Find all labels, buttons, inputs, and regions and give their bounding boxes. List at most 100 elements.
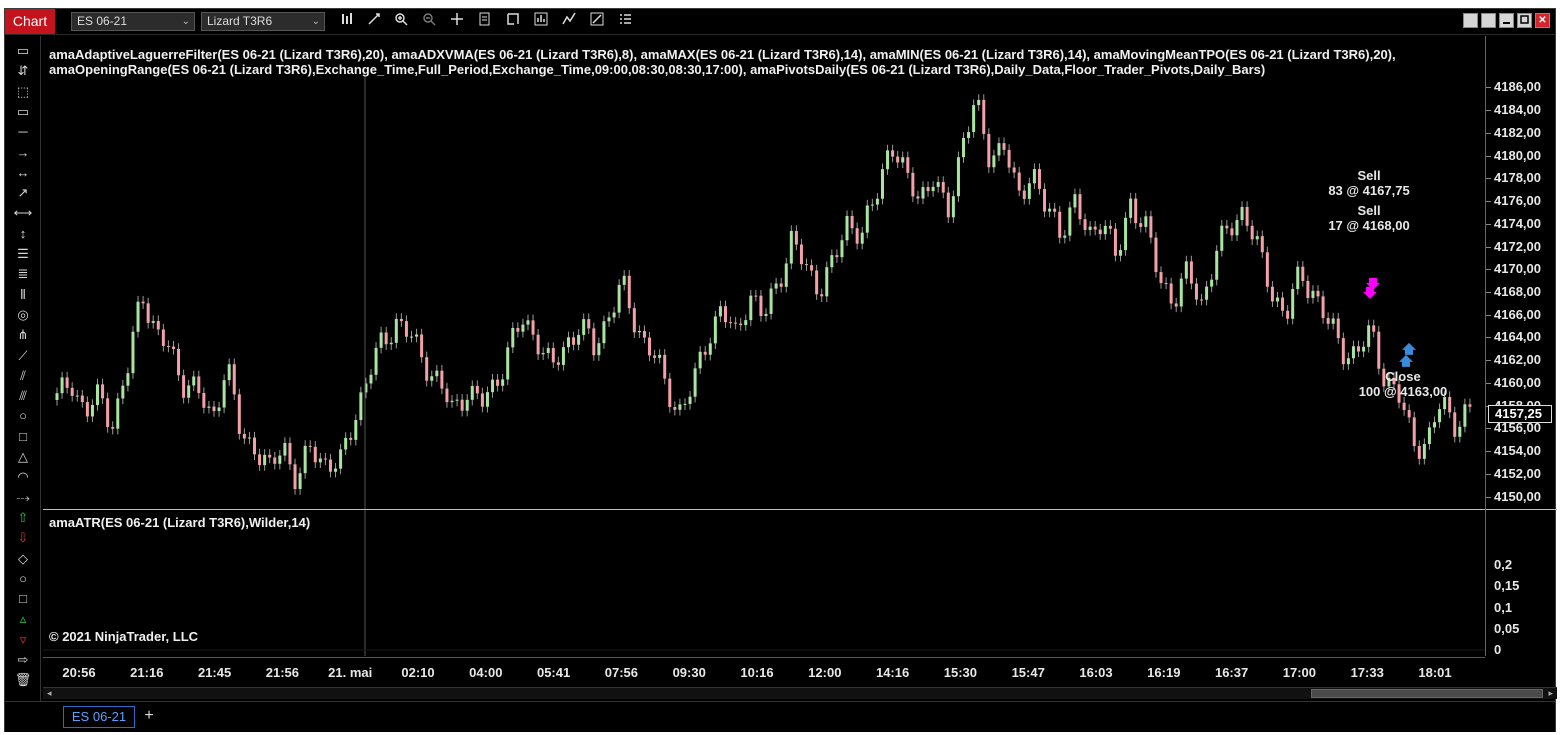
path-icon[interactable]: ⤏	[11, 489, 35, 507]
instrument-value: ES 06-21	[77, 14, 128, 28]
up-bar	[410, 336, 413, 338]
minimize-icon[interactable]	[1499, 13, 1514, 28]
tile-window-icon[interactable]	[1463, 13, 1478, 28]
buy-to-close-marker-arrow[interactable]	[1402, 342, 1416, 355]
time-tick-label: 17:00	[1282, 665, 1317, 680]
ellipse-icon[interactable]: ○	[11, 407, 35, 425]
rectangle-region-icon[interactable]: ▭	[11, 103, 35, 121]
panel-divider[interactable]	[43, 509, 1557, 510]
scroll-right-icon[interactable]: ▸	[1548, 688, 1553, 699]
up-bar	[116, 398, 120, 429]
down-bar	[1058, 211, 1062, 238]
down-bar	[1407, 409, 1411, 418]
up-bar	[774, 283, 778, 289]
tab-es-06-21[interactable]: ES 06-21	[63, 706, 135, 728]
down-bar	[1108, 225, 1112, 229]
current-price-label: 4157,25	[1488, 405, 1552, 424]
properties-icon[interactable]	[587, 11, 607, 32]
indicator-list-line-2: amaOpeningRange(ES 06-21 (Lizard T3R6),E…	[49, 62, 1266, 77]
down-bar	[536, 334, 540, 355]
up-bar	[1240, 206, 1244, 221]
trade-markers	[1363, 278, 1416, 367]
up-bar	[693, 368, 697, 397]
scroll-left-icon[interactable]: ◂	[47, 688, 52, 699]
up-bar	[992, 155, 996, 168]
trash-icon[interactable]: 🗑	[11, 671, 35, 689]
square-icon[interactable]: □	[11, 590, 35, 608]
fibonacci-retracement-icon[interactable]: ☰	[11, 245, 35, 263]
instrument-selector[interactable]: ES 06-21 ⌄	[71, 12, 195, 31]
triangle-up-icon[interactable]: ▵	[11, 610, 35, 628]
buy-to-close-marker-arrow[interactable]	[1399, 354, 1413, 367]
up-bar	[470, 386, 474, 400]
fibonacci-extension-icon[interactable]: ≣	[11, 265, 35, 283]
up-bar	[901, 157, 905, 163]
up-bar	[1351, 346, 1355, 359]
ruler-icon[interactable]: ▭	[11, 42, 35, 60]
down-bar	[1225, 225, 1229, 229]
up-bar	[1427, 427, 1431, 445]
up-bar	[1346, 358, 1350, 365]
draw-tool-icon[interactable]	[364, 11, 384, 32]
line-icon[interactable]: ─	[11, 123, 35, 141]
arrow-up-icon[interactable]: ⇧	[11, 509, 35, 527]
bar-style-icon[interactable]	[338, 11, 358, 32]
bar-type-selector[interactable]: Lizard T3R6 ⌄	[201, 12, 325, 31]
time-tick-label: 18:01	[1418, 665, 1452, 680]
down-bar	[1417, 446, 1421, 459]
gann-fan-icon[interactable]: ⟋	[11, 347, 35, 365]
sell-annotation-title: Sell	[1357, 203, 1381, 218]
template-icon[interactable]	[615, 11, 635, 32]
indicators-icon[interactable]	[559, 11, 579, 32]
strategies-icon[interactable]	[531, 11, 551, 32]
triangle-down-icon[interactable]: ▿	[11, 631, 35, 649]
chart-trader-icon[interactable]	[503, 11, 523, 32]
up-bar	[769, 288, 773, 314]
zoom-in-icon[interactable]	[391, 11, 411, 32]
andrews-pitchfork-icon[interactable]: ⋔	[11, 326, 35, 344]
close-window-button[interactable]: ✕	[1535, 13, 1550, 28]
diamond-icon[interactable]: ◇	[11, 550, 35, 568]
down-bar	[734, 322, 738, 324]
sell-marker-arrow[interactable]	[1363, 286, 1377, 299]
maximize-icon[interactable]	[1517, 13, 1532, 28]
zoom-out-icon[interactable]	[419, 11, 439, 32]
data-box-icon[interactable]	[475, 11, 495, 32]
ray-icon[interactable]: →	[11, 144, 35, 162]
price-axis[interactable]: 4186,00 4184,00 4182,00 4180,00 4178,00 4176,…	[1485, 36, 1557, 657]
fibonacci-time-icon[interactable]: ⦀	[11, 286, 35, 304]
down-bar	[1002, 143, 1006, 150]
atr-tick-label: 0,1	[1494, 599, 1513, 615]
regression-channel-icon[interactable]: ⫽	[11, 367, 35, 385]
rectangle-icon[interactable]: □	[11, 428, 35, 446]
dot-icon[interactable]: ○	[11, 570, 35, 588]
up-bar	[485, 392, 489, 407]
time-axis[interactable]: 20:56 21:16 21:45 21:56 21. mai 02:10 04:00 05:…	[43, 657, 1485, 685]
triangle-icon[interactable]: △	[11, 448, 35, 466]
arrow-down-icon[interactable]: ⇩	[11, 529, 35, 547]
down-bar	[987, 133, 991, 168]
add-tab-button[interactable]: +	[139, 706, 159, 728]
cascade-window-icon[interactable]	[1481, 13, 1496, 28]
extended-line-icon[interactable]: ↔	[11, 164, 35, 182]
down-bar	[794, 230, 798, 245]
horizontal-line-icon[interactable]: ⟷	[11, 204, 35, 222]
risk-reward-icon[interactable]: ⇵	[11, 62, 35, 80]
down-bar	[1093, 226, 1097, 230]
horizontal-scrollbar[interactable]: ◂ ▸	[43, 687, 1557, 699]
fibonacci-circle-icon[interactable]: ◎	[11, 306, 35, 324]
arc-icon[interactable]: ◠	[11, 468, 35, 486]
crosshair-icon[interactable]	[447, 11, 467, 32]
up-bar	[455, 399, 459, 401]
down-bar	[1453, 412, 1457, 437]
price-chart-plot[interactable]	[43, 36, 1485, 656]
vertical-line-icon[interactable]: ↕	[11, 225, 35, 243]
up-bar	[744, 320, 748, 326]
trend-channel-icon[interactable]: ⫻	[11, 387, 35, 405]
text-icon[interactable]: ⇨	[11, 651, 35, 669]
down-bar	[146, 303, 150, 323]
scroll-thumb[interactable]	[1311, 689, 1543, 698]
region-icon[interactable]: ⬚	[11, 83, 35, 101]
arrow-line-icon[interactable]: ↗	[11, 184, 35, 202]
up-bar	[60, 377, 64, 394]
